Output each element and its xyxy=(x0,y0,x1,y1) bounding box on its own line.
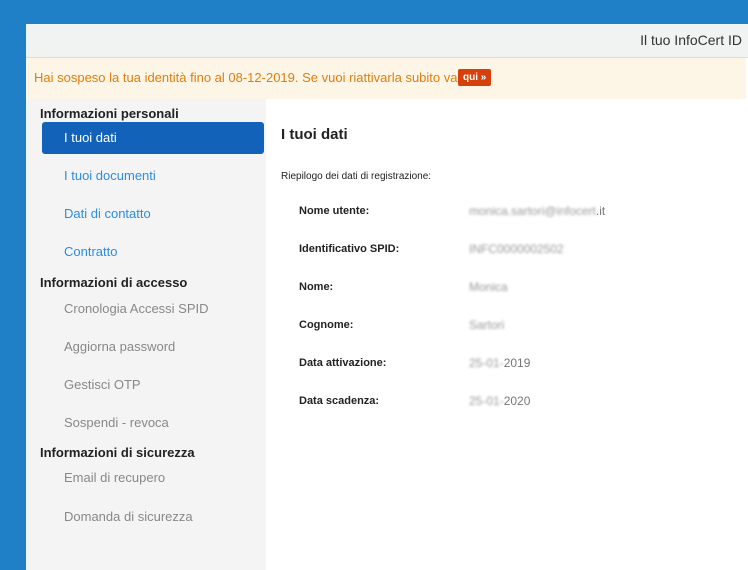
sidebar-item-recovery-email[interactable]: Email di recupero xyxy=(42,462,264,494)
field-label: Data scadenza: xyxy=(299,395,380,407)
sidebar: Informazioni personali I tuoi dati I tuo… xyxy=(26,99,266,570)
field-value: Monica xyxy=(469,280,508,294)
field-label: Nome utente: xyxy=(299,205,370,217)
sidebar-item-contract[interactable]: Contratto xyxy=(42,236,264,268)
sidebar-item-access-history[interactable]: Cronologia Accessi SPID xyxy=(42,293,264,325)
sidebar-item-documents[interactable]: I tuoi documenti xyxy=(42,160,264,192)
section-access-info: Informazioni di accesso xyxy=(40,275,188,290)
alert-message: Hai sospeso la tua identità fino al 08-1… xyxy=(34,70,461,85)
section-security-info: Informazioni di sicurezza xyxy=(40,445,195,460)
main-content: I tuoi dati Riepilogo dei dati di regist… xyxy=(266,99,748,570)
field-value: 25-01-2019 xyxy=(469,356,531,370)
sidebar-item-your-data[interactable]: I tuoi dati xyxy=(42,122,264,154)
field-value: Sartori xyxy=(469,318,505,332)
field-label: Identificativo SPID: xyxy=(299,243,400,255)
sidebar-item-suspend-revoke[interactable]: Sospendi - revoca xyxy=(42,407,264,439)
registration-summary-label: Riepilogo dei dati di registrazione: xyxy=(281,171,432,182)
account-title[interactable]: Il tuo InfoCert ID xyxy=(640,32,742,48)
field-label: Data attivazione: xyxy=(299,357,387,369)
top-bar: Il tuo InfoCert ID xyxy=(26,24,748,58)
field-label: Cognome: xyxy=(299,319,354,331)
field-value: monica.sartori@infocert.it xyxy=(469,204,606,218)
field-value: INFC0000002502 xyxy=(469,242,564,256)
app-window: Il tuo InfoCert ID Hai sospeso la tua id… xyxy=(26,24,748,570)
field-label: Nome: xyxy=(299,281,334,293)
field-value: 25-01-2020 xyxy=(469,394,531,408)
reactivate-link-button[interactable]: qui » xyxy=(458,69,492,86)
sidebar-item-update-password[interactable]: Aggiorna password xyxy=(42,331,264,363)
suspension-alert: Hai sospeso la tua identità fino al 08-1… xyxy=(26,57,746,100)
sidebar-item-contact-data[interactable]: Dati di contatto xyxy=(42,198,264,230)
sidebar-item-manage-otp[interactable]: Gestisci OTP xyxy=(42,369,264,401)
page-title: I tuoi dati xyxy=(281,126,348,143)
section-personal-info: Informazioni personali xyxy=(40,106,179,121)
sidebar-item-security-question[interactable]: Domanda di sicurezza xyxy=(42,501,264,533)
